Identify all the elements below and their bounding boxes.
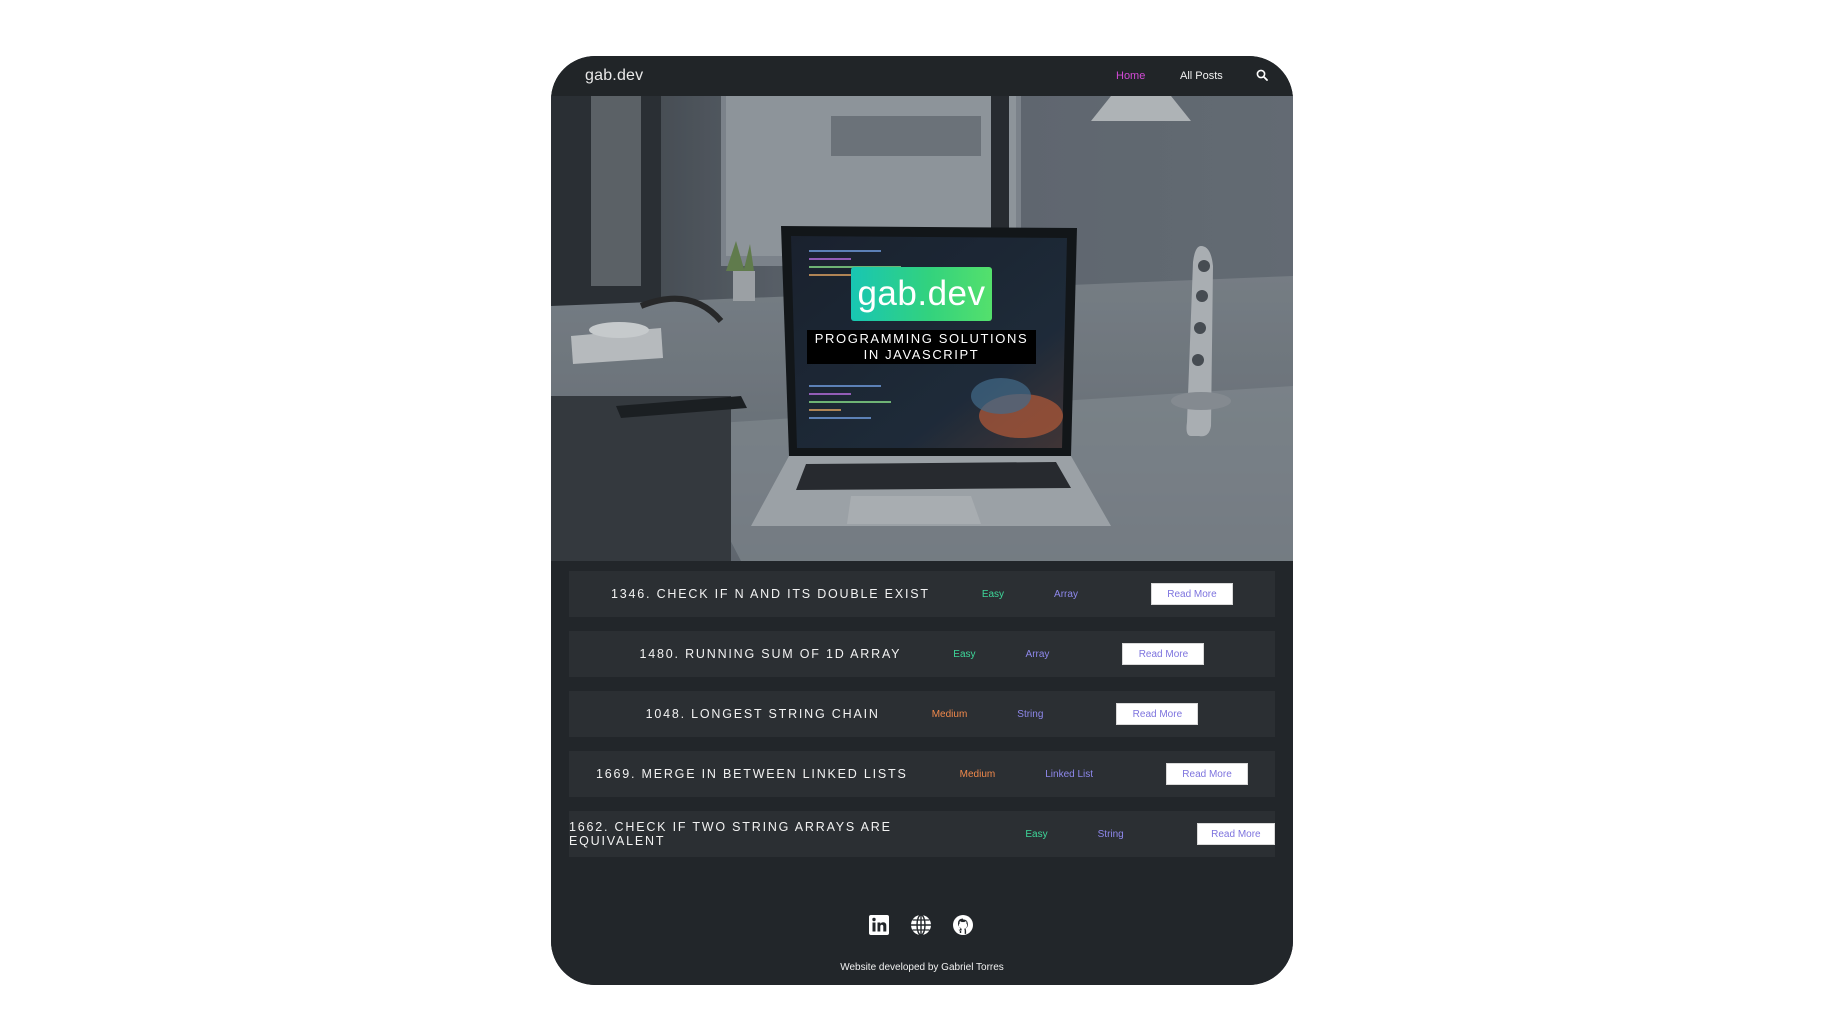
linkedin-icon[interactable] [868, 914, 890, 936]
topic-tag[interactable]: Linked List [1045, 769, 1093, 780]
top-navbar: gab.dev Home All Posts [551, 56, 1293, 96]
post-list: 1346. Check if N and Its Double Exist Ea… [551, 561, 1293, 879]
post-card: 1048. Longest String Chain Medium String… [569, 691, 1275, 737]
difficulty-badge: Easy [1025, 828, 1048, 840]
search-icon[interactable] [1256, 69, 1268, 81]
post-card: 1669. Merge In Between Linked Lists Medi… [569, 751, 1275, 797]
footer-credits: Website developed by Gabriel Torres [840, 962, 1004, 973]
tagline-line-2: IN JAVASCRIPT [863, 347, 980, 362]
hero-banner: gab.dev PROGRAMMING SOLUTIONS IN JAVASCR… [551, 96, 1293, 561]
post-card: 1346. Check if N and Its Double Exist Ea… [569, 571, 1275, 617]
difficulty-badge: Medium [959, 768, 996, 780]
post-title[interactable]: 1662. Check If Two String Arrays are Equ… [569, 820, 973, 848]
brand-logo[interactable]: gab.dev [585, 67, 643, 85]
post-title[interactable]: 1480. Running Sum of 1d Array [640, 647, 902, 661]
read-more-button[interactable]: Read More [1122, 643, 1205, 665]
tagline-line-1: PROGRAMMING SOLUTIONS [814, 331, 1029, 346]
app-window: gab.dev Home All Posts gab.dev PROGRAMMI… [551, 56, 1293, 985]
difficulty-badge: Easy [981, 588, 1005, 600]
post-title[interactable]: 1346. Check if N and Its Double Exist [611, 587, 930, 601]
hero-logo: gab.dev [851, 267, 992, 321]
nav-home-link[interactable]: Home [1116, 70, 1145, 82]
nav-all-posts-link[interactable]: All Posts [1180, 70, 1223, 82]
topic-tag[interactable]: Array [1054, 589, 1078, 600]
hero-background-image [551, 96, 1293, 561]
read-more-button[interactable]: Read More [1116, 703, 1199, 725]
github-icon[interactable] [952, 914, 974, 936]
post-title[interactable]: 1048. Longest String Chain [646, 707, 880, 721]
topic-tag[interactable]: String [1017, 709, 1043, 720]
hero-tagline: PROGRAMMING SOLUTIONS IN JAVASCRIPT [807, 330, 1036, 364]
post-card: 1480. Running Sum of 1d Array Easy Array… [569, 631, 1275, 677]
read-more-button[interactable]: Read More [1150, 583, 1233, 605]
difficulty-badge: Medium [931, 708, 968, 720]
read-more-button[interactable]: Read More [1196, 823, 1275, 845]
footer: Website developed by Gabriel Torres [551, 879, 1293, 985]
difficulty-badge: Easy [953, 648, 976, 660]
read-more-button[interactable]: Read More [1166, 763, 1249, 785]
topic-tag[interactable]: String [1098, 829, 1124, 840]
social-links [868, 914, 974, 936]
globe-icon[interactable] [910, 914, 932, 936]
post-card: 1662. Check If Two String Arrays are Equ… [569, 811, 1275, 857]
topic-tag[interactable]: Array [1026, 649, 1050, 660]
post-title[interactable]: 1669. Merge In Between Linked Lists [596, 767, 908, 781]
